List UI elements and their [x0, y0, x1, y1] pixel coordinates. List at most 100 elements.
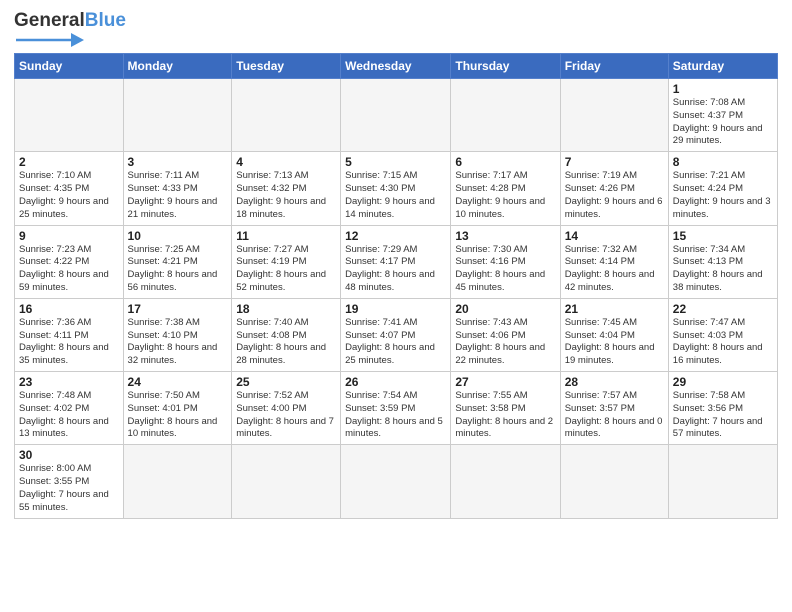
day-cell: 8Sunrise: 7:21 AM Sunset: 4:24 PM Daylig…	[668, 152, 777, 225]
day-cell: 16Sunrise: 7:36 AM Sunset: 4:11 PM Dayli…	[15, 298, 124, 371]
day-info: Sunrise: 7:27 AM Sunset: 4:19 PM Dayligh…	[236, 244, 336, 295]
logo-icon	[16, 33, 84, 47]
day-info: Sunrise: 7:48 AM Sunset: 4:02 PM Dayligh…	[19, 390, 119, 441]
day-info: Sunrise: 7:13 AM Sunset: 4:32 PM Dayligh…	[236, 170, 336, 221]
week-row-5: 30Sunrise: 8:00 AM Sunset: 3:55 PM Dayli…	[15, 445, 778, 518]
day-cell: 22Sunrise: 7:47 AM Sunset: 4:03 PM Dayli…	[668, 298, 777, 371]
day-number: 20	[455, 302, 555, 316]
day-cell: 14Sunrise: 7:32 AM Sunset: 4:14 PM Dayli…	[560, 225, 668, 298]
weekday-header-friday: Friday	[560, 54, 668, 79]
day-number: 9	[19, 229, 119, 243]
weekday-header-saturday: Saturday	[668, 54, 777, 79]
logo-general-text: General	[14, 10, 85, 32]
day-number: 15	[673, 229, 773, 243]
header: General Blue	[14, 10, 778, 47]
calendar-body: 1Sunrise: 7:08 AM Sunset: 4:37 PM Daylig…	[15, 79, 778, 519]
day-cell: 30Sunrise: 8:00 AM Sunset: 3:55 PM Dayli…	[15, 445, 124, 518]
day-number: 23	[19, 375, 119, 389]
day-cell: 9Sunrise: 7:23 AM Sunset: 4:22 PM Daylig…	[15, 225, 124, 298]
day-number: 22	[673, 302, 773, 316]
day-number: 3	[128, 155, 228, 169]
day-cell: 3Sunrise: 7:11 AM Sunset: 4:33 PM Daylig…	[123, 152, 232, 225]
day-info: Sunrise: 7:15 AM Sunset: 4:30 PM Dayligh…	[345, 170, 446, 221]
day-info: Sunrise: 7:54 AM Sunset: 3:59 PM Dayligh…	[345, 390, 446, 441]
day-cell: 18Sunrise: 7:40 AM Sunset: 4:08 PM Dayli…	[232, 298, 341, 371]
weekday-header-thursday: Thursday	[451, 54, 560, 79]
day-info: Sunrise: 7:19 AM Sunset: 4:26 PM Dayligh…	[565, 170, 664, 221]
day-number: 12	[345, 229, 446, 243]
day-cell: 7Sunrise: 7:19 AM Sunset: 4:26 PM Daylig…	[560, 152, 668, 225]
day-cell	[451, 445, 560, 518]
day-info: Sunrise: 7:21 AM Sunset: 4:24 PM Dayligh…	[673, 170, 773, 221]
day-cell: 6Sunrise: 7:17 AM Sunset: 4:28 PM Daylig…	[451, 152, 560, 225]
day-info: Sunrise: 7:36 AM Sunset: 4:11 PM Dayligh…	[19, 317, 119, 368]
day-cell: 11Sunrise: 7:27 AM Sunset: 4:19 PM Dayli…	[232, 225, 341, 298]
week-row-2: 9Sunrise: 7:23 AM Sunset: 4:22 PM Daylig…	[15, 225, 778, 298]
day-info: Sunrise: 7:45 AM Sunset: 4:04 PM Dayligh…	[565, 317, 664, 368]
day-info: Sunrise: 7:10 AM Sunset: 4:35 PM Dayligh…	[19, 170, 119, 221]
day-number: 30	[19, 448, 119, 462]
day-cell: 17Sunrise: 7:38 AM Sunset: 4:10 PM Dayli…	[123, 298, 232, 371]
day-number: 29	[673, 375, 773, 389]
day-cell: 10Sunrise: 7:25 AM Sunset: 4:21 PM Dayli…	[123, 225, 232, 298]
day-cell: 28Sunrise: 7:57 AM Sunset: 3:57 PM Dayli…	[560, 372, 668, 445]
day-info: Sunrise: 7:50 AM Sunset: 4:01 PM Dayligh…	[128, 390, 228, 441]
day-cell: 13Sunrise: 7:30 AM Sunset: 4:16 PM Dayli…	[451, 225, 560, 298]
day-info: Sunrise: 7:25 AM Sunset: 4:21 PM Dayligh…	[128, 244, 228, 295]
day-info: Sunrise: 7:57 AM Sunset: 3:57 PM Dayligh…	[565, 390, 664, 441]
day-cell	[341, 79, 451, 152]
day-info: Sunrise: 7:52 AM Sunset: 4:00 PM Dayligh…	[236, 390, 336, 441]
day-info: Sunrise: 7:08 AM Sunset: 4:37 PM Dayligh…	[673, 97, 773, 148]
page: General Blue SundayMondayTuesdayWednesda…	[0, 0, 792, 612]
day-number: 10	[128, 229, 228, 243]
day-info: Sunrise: 7:47 AM Sunset: 4:03 PM Dayligh…	[673, 317, 773, 368]
day-cell: 2Sunrise: 7:10 AM Sunset: 4:35 PM Daylig…	[15, 152, 124, 225]
day-info: Sunrise: 7:32 AM Sunset: 4:14 PM Dayligh…	[565, 244, 664, 295]
day-number: 8	[673, 155, 773, 169]
day-info: Sunrise: 7:23 AM Sunset: 4:22 PM Dayligh…	[19, 244, 119, 295]
day-cell: 12Sunrise: 7:29 AM Sunset: 4:17 PM Dayli…	[341, 225, 451, 298]
day-number: 5	[345, 155, 446, 169]
day-cell: 29Sunrise: 7:58 AM Sunset: 3:56 PM Dayli…	[668, 372, 777, 445]
day-info: Sunrise: 7:55 AM Sunset: 3:58 PM Dayligh…	[455, 390, 555, 441]
weekday-header-wednesday: Wednesday	[341, 54, 451, 79]
day-number: 17	[128, 302, 228, 316]
day-cell	[560, 445, 668, 518]
day-cell: 27Sunrise: 7:55 AM Sunset: 3:58 PM Dayli…	[451, 372, 560, 445]
day-info: Sunrise: 7:58 AM Sunset: 3:56 PM Dayligh…	[673, 390, 773, 441]
day-number: 14	[565, 229, 664, 243]
day-cell	[451, 79, 560, 152]
day-cell: 26Sunrise: 7:54 AM Sunset: 3:59 PM Dayli…	[341, 372, 451, 445]
day-number: 25	[236, 375, 336, 389]
calendar: SundayMondayTuesdayWednesdayThursdayFrid…	[14, 53, 778, 519]
day-number: 11	[236, 229, 336, 243]
day-cell: 25Sunrise: 7:52 AM Sunset: 4:00 PM Dayli…	[232, 372, 341, 445]
day-number: 18	[236, 302, 336, 316]
day-info: Sunrise: 7:29 AM Sunset: 4:17 PM Dayligh…	[345, 244, 446, 295]
day-info: Sunrise: 7:40 AM Sunset: 4:08 PM Dayligh…	[236, 317, 336, 368]
day-number: 24	[128, 375, 228, 389]
week-row-3: 16Sunrise: 7:36 AM Sunset: 4:11 PM Dayli…	[15, 298, 778, 371]
day-number: 27	[455, 375, 555, 389]
day-number: 16	[19, 302, 119, 316]
day-cell: 4Sunrise: 7:13 AM Sunset: 4:32 PM Daylig…	[232, 152, 341, 225]
day-cell: 19Sunrise: 7:41 AM Sunset: 4:07 PM Dayli…	[341, 298, 451, 371]
day-cell: 24Sunrise: 7:50 AM Sunset: 4:01 PM Dayli…	[123, 372, 232, 445]
day-number: 7	[565, 155, 664, 169]
day-number: 2	[19, 155, 119, 169]
day-info: Sunrise: 7:43 AM Sunset: 4:06 PM Dayligh…	[455, 317, 555, 368]
day-cell: 15Sunrise: 7:34 AM Sunset: 4:13 PM Dayli…	[668, 225, 777, 298]
day-cell	[668, 445, 777, 518]
day-cell	[232, 445, 341, 518]
day-cell	[123, 445, 232, 518]
week-row-4: 23Sunrise: 7:48 AM Sunset: 4:02 PM Dayli…	[15, 372, 778, 445]
day-info: Sunrise: 7:30 AM Sunset: 4:16 PM Dayligh…	[455, 244, 555, 295]
day-number: 26	[345, 375, 446, 389]
weekday-header-monday: Monday	[123, 54, 232, 79]
week-row-0: 1Sunrise: 7:08 AM Sunset: 4:37 PM Daylig…	[15, 79, 778, 152]
day-number: 1	[673, 82, 773, 96]
calendar-header: SundayMondayTuesdayWednesdayThursdayFrid…	[15, 54, 778, 79]
day-cell	[560, 79, 668, 152]
day-info: Sunrise: 7:34 AM Sunset: 4:13 PM Dayligh…	[673, 244, 773, 295]
day-cell: 21Sunrise: 7:45 AM Sunset: 4:04 PM Dayli…	[560, 298, 668, 371]
